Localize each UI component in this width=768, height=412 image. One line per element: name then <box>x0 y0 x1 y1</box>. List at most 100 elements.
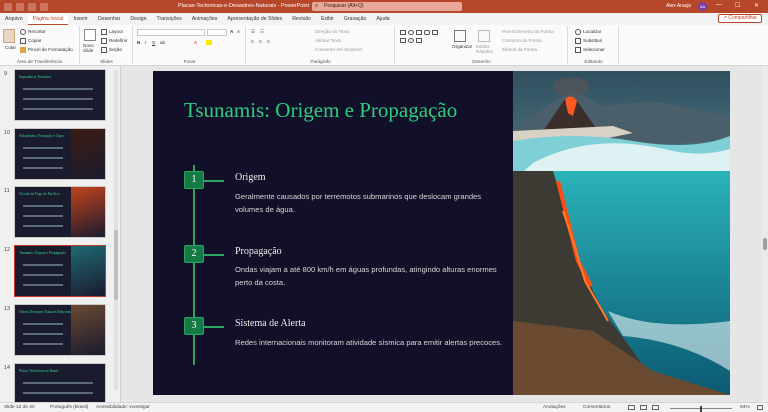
copy-button[interactable]: Copiar <box>20 38 42 44</box>
notes-button[interactable]: Anotações <box>543 405 566 410</box>
zoom-level[interactable]: 94% <box>740 405 750 410</box>
arrange-button[interactable]: Organizar <box>452 44 472 49</box>
bullets-icon[interactable]: ☰ <box>251 29 255 35</box>
slide-thumbnail[interactable]: Outros Desastres Naturais Relacionados <box>14 304 106 356</box>
font-size-dropdown[interactable] <box>207 29 227 36</box>
editor-scrollbar[interactable] <box>762 66 768 402</box>
shape-fill-button[interactable]: Preenchimento da Forma <box>502 29 554 34</box>
shape-line-icon[interactable] <box>416 30 422 35</box>
align-center-icon[interactable]: ≡ <box>259 39 262 44</box>
new-slide-button[interactable]: Novo Slide <box>83 43 99 53</box>
find-button[interactable]: Localizar <box>575 29 601 35</box>
close-icon[interactable]: ✕ <box>754 2 759 9</box>
shape-triangle-icon[interactable] <box>432 30 438 35</box>
quick-styles-button[interactable]: Estilos Rápidos <box>476 44 496 54</box>
slide-thumbnails-pane[interactable]: 9 Importância Tectonica 10 Vulcanismo: Form… <box>0 66 121 402</box>
shape-effects-button[interactable]: Efeitos da Forma <box>502 47 537 52</box>
avatar[interactable]: AA <box>698 2 707 11</box>
underline-icon[interactable]: S <box>152 40 155 45</box>
italic-icon[interactable]: I <box>145 40 146 45</box>
shrink-font-icon[interactable]: A <box>237 29 240 34</box>
shape-rectangle-icon[interactable] <box>400 30 406 35</box>
item-text[interactable]: Ondas viajam a até 800 km/h em águas pro… <box>235 264 505 289</box>
new-slide-icon[interactable] <box>84 29 96 41</box>
item-text[interactable]: Redes internacionais monitoram atividade… <box>235 337 505 350</box>
editor-scroll-thumb[interactable] <box>763 238 767 250</box>
align-text-button[interactable]: Alinhar Texto <box>315 38 341 43</box>
tab-exibir[interactable]: Exibir <box>316 13 339 25</box>
tab-inserir[interactable]: Inserir <box>68 13 92 25</box>
paste-button[interactable]: Colar <box>5 45 16 50</box>
align-left-icon[interactable]: ≡ <box>251 39 254 44</box>
tab-arquivo[interactable]: Arquivo <box>0 13 28 25</box>
fit-slide-icon[interactable] <box>757 405 763 410</box>
shape-arrow-icon[interactable] <box>400 38 406 43</box>
shape-oval-icon[interactable] <box>408 30 414 35</box>
maximize-icon[interactable]: ☐ <box>735 2 740 9</box>
section-button[interactable]: Seção <box>101 47 122 53</box>
language-status[interactable]: Português (Brasil) <box>50 405 88 410</box>
text-direction-button[interactable]: Direção do Texto <box>315 29 349 34</box>
slide-thumbnail[interactable]: Círculo de Fogo do Pacífico <box>14 186 106 238</box>
undo-icon[interactable] <box>28 2 36 11</box>
align-right-icon[interactable]: ≡ <box>267 39 270 44</box>
sorter-view-icon[interactable] <box>640 405 647 410</box>
bold-icon[interactable]: N <box>137 40 140 45</box>
reset-button[interactable]: Redefinir <box>101 38 127 44</box>
grow-font-icon[interactable]: A <box>230 29 233 34</box>
arrange-icon[interactable] <box>454 30 466 42</box>
strikethrough-icon[interactable]: ab <box>160 40 165 45</box>
thumbnails-scrollbar[interactable] <box>114 70 118 390</box>
current-slide[interactable]: Tsunamis: Origem e Propagação 1 Origem G… <box>153 71 730 395</box>
format-painter-button[interactable]: Pincel de Formatação <box>20 47 73 53</box>
tab-transições[interactable]: Transições <box>152 13 187 25</box>
shape-rounded-icon[interactable] <box>424 30 430 35</box>
item-heading[interactable]: Propagação <box>235 246 282 257</box>
tab-desenhar[interactable]: Desenhar <box>93 13 126 25</box>
shape-outline-button[interactable]: Contorno da Forma <box>502 38 542 43</box>
shape-star-icon[interactable] <box>408 38 414 43</box>
slide-thumbnail[interactable]: Vulcanismo: Formação e Tipos <box>14 128 106 180</box>
tab-ajuda[interactable]: Ajuda <box>371 13 394 25</box>
item-heading[interactable]: Origem <box>235 172 266 183</box>
scissors-icon <box>20 29 26 35</box>
accessibility-status[interactable]: Acessibilidade: investigar <box>96 405 150 410</box>
search-input[interactable]: ⌕ Pesquisar (Alt+Q) <box>312 2 462 11</box>
item-text[interactable]: Geralmente causados por terremotos subma… <box>235 191 505 216</box>
highlight-icon[interactable] <box>206 40 212 45</box>
normal-view-icon[interactable] <box>628 405 635 410</box>
font-color-icon[interactable]: A <box>194 40 197 45</box>
slide-thumbnail[interactable]: Placas Tectônicas no Brasil <box>14 363 106 402</box>
tsunami-volcano-illustration[interactable] <box>513 71 730 395</box>
replace-button[interactable]: Substituir <box>575 38 602 44</box>
tab-design[interactable]: Design <box>125 13 151 25</box>
quick-styles-icon[interactable] <box>478 30 490 42</box>
redo-icon[interactable] <box>40 2 48 11</box>
comments-button[interactable]: Comentários <box>583 405 610 410</box>
slide-thumbnail[interactable]: Importância Tectonica <box>14 69 106 121</box>
layout-button[interactable]: Layout <box>101 29 123 35</box>
tab-animações[interactable]: Animações <box>187 13 223 25</box>
font-family-dropdown[interactable] <box>137 29 205 36</box>
share-button[interactable]: ↗ Compartilhar <box>717 14 762 23</box>
tab-revisão[interactable]: Revisão <box>287 13 316 25</box>
shape-callout-icon[interactable] <box>416 38 422 43</box>
select-button[interactable]: Selecionar <box>575 47 605 53</box>
slide-thumbnail[interactable]: Tsunamis: Origem e Propagação <box>14 245 106 297</box>
paste-icon[interactable] <box>3 29 15 43</box>
slide-title[interactable]: Tsunamis: Origem e Propagação <box>184 98 457 123</box>
smartart-button[interactable]: Converter em SmartArt <box>315 47 362 52</box>
tab-gravação[interactable]: Gravação <box>339 13 372 25</box>
cut-button[interactable]: Recortar <box>20 29 46 35</box>
user-name[interactable]: Alex Araujo <box>666 3 691 9</box>
tab-página-inicial[interactable]: Página Inicial <box>27 13 69 25</box>
zoom-slider-handle[interactable] <box>700 405 702 412</box>
item-heading[interactable]: Sistema de Alerta <box>235 318 306 329</box>
thumbnails-scroll-thumb[interactable] <box>114 230 118 300</box>
reading-view-icon[interactable] <box>652 405 659 410</box>
save-icon[interactable] <box>16 2 24 11</box>
tab-apresentação-de-slides[interactable]: Apresentação de Slides <box>222 13 287 25</box>
numbering-icon[interactable]: ☷ <box>260 29 264 35</box>
minimize-icon[interactable]: — <box>716 2 722 8</box>
autosave-icon[interactable] <box>4 2 12 11</box>
